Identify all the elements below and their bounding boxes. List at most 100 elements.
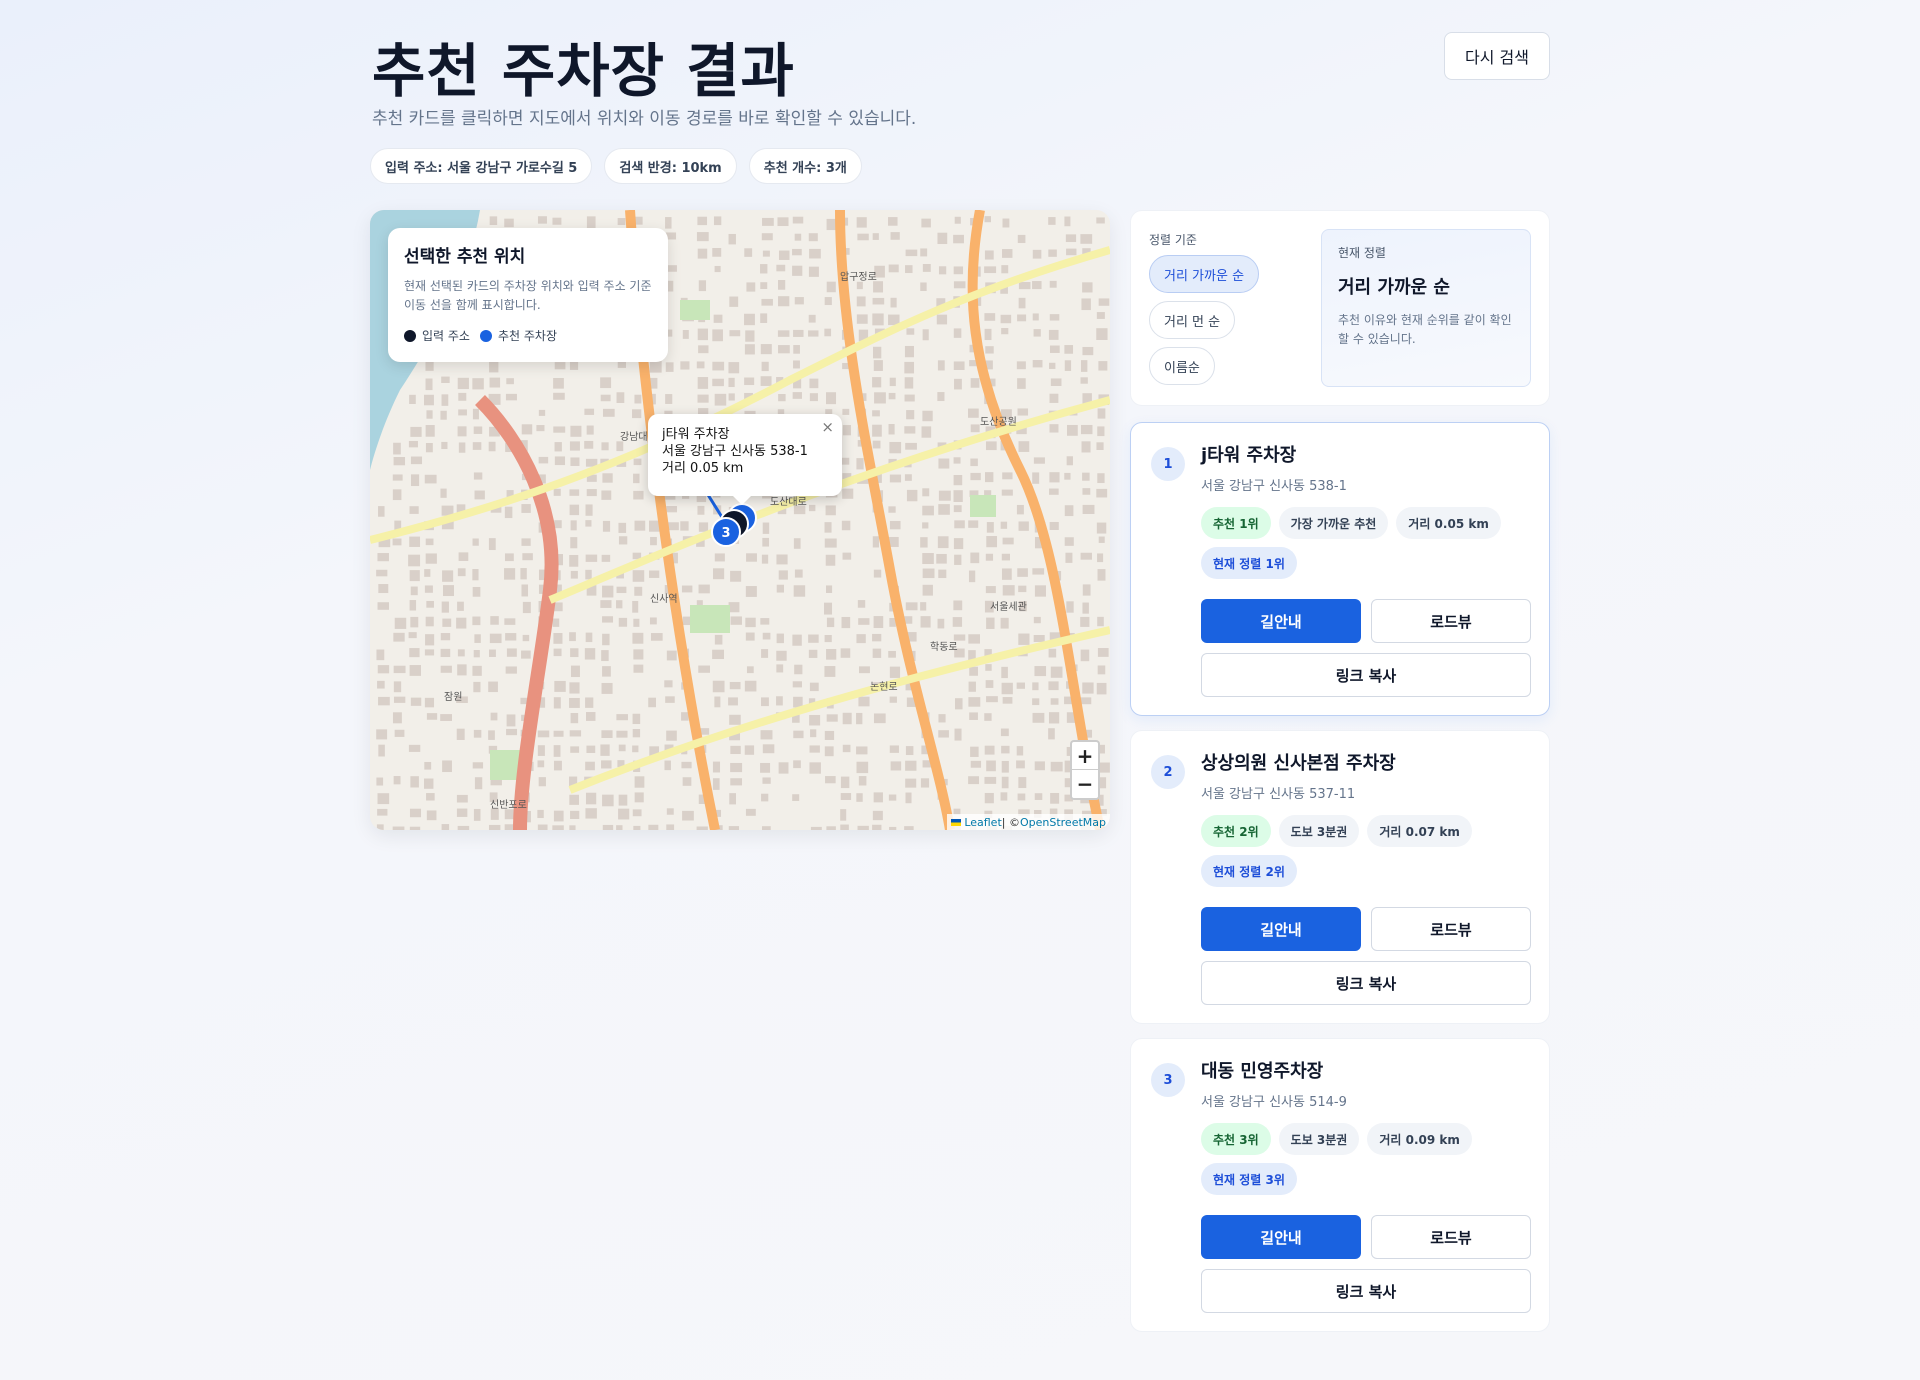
map-building [441,601,449,613]
map-building [842,425,851,436]
map-building [585,792,597,805]
map-building [552,618,560,627]
map-building [538,777,546,787]
map-building [873,792,883,803]
map-building [953,328,962,338]
sort-option-farthest[interactable]: 거리 먼 순 [1149,301,1236,339]
map-building [600,394,611,402]
map-building [904,345,914,358]
osm-link[interactable]: OpenStreetMap [1020,816,1106,829]
map-building [1098,536,1105,543]
map-building [506,648,517,657]
map-building [1049,314,1060,321]
map-building [618,536,628,545]
map-building [873,569,882,578]
map-building [650,536,657,546]
map-building [1050,792,1060,804]
map-building [570,570,578,579]
sort-option-name[interactable]: 이름순 [1149,347,1215,385]
map-building [633,649,644,660]
map-building [586,489,597,497]
map-building [1097,408,1106,419]
map-building [808,314,816,323]
research-button[interactable]: 다시 검색 [1444,32,1550,80]
roadview-button[interactable]: 로드뷰 [1371,599,1531,643]
map-building [713,314,723,323]
map-building [937,360,945,371]
map-building [377,808,388,816]
map-building [953,600,963,611]
map-building [600,377,612,389]
map-building [585,520,592,527]
map-building [681,585,693,593]
popup-name: j타워 주차장 [662,427,730,442]
map-building [1064,472,1071,480]
page-subtitle: 추천 카드를 클릭하면 지도에서 위치와 이동 경로를 바로 확인할 수 있습니… [372,109,917,129]
map-building [712,248,722,257]
map-building [1064,345,1074,354]
map-building [440,410,447,420]
map-building [826,617,835,628]
navigate-button[interactable]: 길안내 [1201,907,1361,951]
result-card-2[interactable]: 2 상상의원 신사본점 주차장 서울 강남구 신사동 537-11 추천 2위 … [1130,730,1550,1024]
roadview-button[interactable]: 로드뷰 [1371,907,1531,951]
map-building [936,314,948,325]
map-building [601,490,612,500]
map-building [1032,698,1040,706]
map-building [1080,649,1090,662]
map-building [920,616,931,628]
map-building [569,361,579,370]
copy-link-button[interactable]: 링크 복사 [1201,1269,1531,1313]
map-building [376,777,384,786]
map-building [762,217,774,226]
map-building [1017,378,1026,389]
map-building [586,745,596,754]
zoom-out-button[interactable]: − [1072,770,1098,798]
map-building [1048,681,1059,691]
map-building [793,329,804,337]
popup-close-icon[interactable]: × [821,418,834,436]
map-building [760,730,773,740]
map-building [824,538,837,548]
map-building [1064,360,1072,371]
map-building [921,426,932,438]
map-building [1082,682,1094,694]
map-building [922,410,933,422]
map-building [1032,249,1042,259]
map-building [409,648,420,658]
navigate-button[interactable]: 길안내 [1201,599,1361,643]
map-view[interactable]: 3 신사역 도산대로 압구정로 논현로 학동로 강남대로 도산공원 서울세관 잠… [370,210,1110,830]
map-building [618,617,628,627]
map-building [376,824,384,830]
map-building [1048,217,1056,225]
map-building [1032,472,1040,484]
map-building [554,442,562,452]
map-building [761,697,769,707]
zoom-in-button[interactable]: + [1072,742,1098,770]
map-park [490,750,520,780]
map-building [841,616,851,629]
map-building [1080,234,1093,244]
map-building [633,490,644,500]
sort-option-nearest[interactable]: 거리 가까운 순 [1149,255,1260,293]
map-building [665,217,672,229]
map-building [648,824,659,830]
map-building [856,712,863,725]
marker-rec-3-label: 3 [721,526,730,541]
map-building [985,441,997,451]
map-building [440,714,453,721]
map-building [393,457,406,466]
result-card-3[interactable]: 3 대동 민영주차장 서울 강남구 신사동 514-9 추천 3위 도보 3분권… [1130,1038,1550,1332]
map-building [585,569,592,580]
map-building [970,424,980,433]
map-building [730,616,742,625]
map-building [473,650,480,658]
copy-link-button[interactable]: 링크 복사 [1201,961,1531,1005]
map-building [394,729,405,737]
leaflet-link[interactable]: Leaflet [964,816,1001,829]
copy-link-button[interactable]: 링크 복사 [1201,653,1531,697]
result-card-1[interactable]: 1 j타워 주차장 서울 강남구 신사동 538-1 추천 1위 가장 가까운 … [1130,422,1550,716]
roadview-button[interactable]: 로드뷰 [1371,1215,1531,1259]
navigate-button[interactable]: 길안내 [1201,1215,1361,1259]
map-building [904,361,915,374]
